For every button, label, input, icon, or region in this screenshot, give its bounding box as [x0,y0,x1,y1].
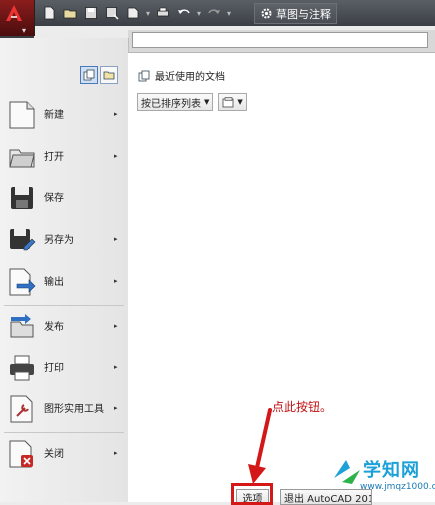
menu-item-label: 发布 [44,321,64,333]
workspace-label: 草图与注释 [276,7,331,21]
open-documents-toggle-icon[interactable] [100,66,118,84]
save-as-icon [10,229,36,251]
submenu-arrow-icon: ▸ [114,322,118,330]
save-as-icon[interactable] [103,4,121,22]
export-icon [9,268,36,296]
menu-item-close[interactable]: 关闭 ▸ [0,435,128,473]
menu-item-label: 另存为 [44,234,74,246]
sort-controls: 按已排序列表 ▼ ▼ [137,93,247,111]
recent-documents-toggle-icon[interactable] [80,66,98,84]
menu-item-label: 输出 [44,276,64,288]
new-document-icon [9,101,35,129]
menu-item-print[interactable]: 打印 ▸ [0,349,128,387]
redo-icon[interactable] [205,4,223,22]
save-disk-icon [11,187,33,209]
menu-item-export[interactable]: 输出 ▸ [0,263,128,301]
title-bar: ▾ ▾ ▾ 草图与注释 [0,0,435,26]
search-input[interactable] [132,32,428,48]
sort-order-dropdown[interactable]: 按已排序列表 ▼ [137,93,214,111]
view-toggle [80,66,118,84]
red-arrow-icon [248,408,272,484]
autocad-logo-icon [6,5,22,21]
recent-documents-header: 最近使用的文档 [138,68,225,83]
workspace-switcher[interactable]: 草图与注释 [254,3,337,24]
menu-item-drawing-utilities[interactable]: 图形实用工具 ▸ [0,390,128,428]
recent-documents-title: 最近使用的文档 [155,72,225,83]
chevron-down-icon: ▼ [237,98,243,106]
menu-item-label: 打开 [44,151,64,163]
submenu-arrow-icon: ▸ [114,449,118,457]
open-folder-icon [9,149,35,168]
search-bar [128,30,435,53]
submenu-arrow-icon: ▸ [114,277,118,285]
watermark: 学知网 www.jmqz1000.com [330,450,435,502]
menu-item-save[interactable]: 保存 [0,179,128,217]
undo-icon[interactable] [175,4,193,22]
app-menu-caret-icon: ▾ [22,26,27,35]
submenu-arrow-icon: ▸ [114,404,118,412]
menu-item-save-as[interactable]: 另存为 ▸ [0,221,128,259]
chevron-down-icon: ▼ [204,98,210,106]
application-menu: 新建 ▸ 打开 ▸ 保存 另存为 ▸ 输出 ▸ 发布 ▸ 打印 ▸ 图形实用工具… [0,38,129,502]
menu-divider [4,432,124,433]
print-icon[interactable] [154,4,172,22]
submenu-arrow-icon: ▸ [114,363,118,371]
new-file-icon[interactable] [40,4,58,22]
undo-dropdown-icon[interactable]: ▾ [196,9,202,18]
watermark-title: 学知网 [363,460,420,481]
save-icon[interactable] [82,4,100,22]
menu-item-label: 图形实用工具 [44,403,104,415]
display-mode-dropdown[interactable]: ▼ [218,93,247,111]
open-folder-icon[interactable] [61,4,79,22]
menu-item-label: 打印 [44,362,64,374]
drawing-utilities-icon [10,395,33,423]
menu-item-open[interactable]: 打开 ▸ [0,138,128,176]
submenu-arrow-icon: ▸ [114,152,118,160]
sort-order-label: 按已排序列表 [141,98,201,110]
menu-item-publish[interactable]: 发布 ▸ [0,308,128,346]
application-menu-button[interactable]: ▾ [0,0,35,36]
plot-publish-icon[interactable] [124,4,142,22]
quick-access-toolbar: ▾ ▾ ▾ [40,4,232,22]
menu-item-label: 保存 [44,192,64,204]
submenu-arrow-icon: ▸ [114,235,118,243]
submenu-arrow-icon: ▸ [114,110,118,118]
gear-icon [261,8,272,19]
icon-view-icon [222,96,234,107]
menu-item-label: 新建 [44,109,64,121]
watermark-logo-icon [334,460,360,484]
recent-documents-icon [138,70,150,81]
dropdown-caret-icon[interactable]: ▾ [145,9,151,18]
menu-item-label: 关闭 [44,448,64,460]
menu-item-new[interactable]: 新建 ▸ [0,96,128,134]
publish-icon [10,314,34,338]
watermark-url: www.jmqz1000.com [360,482,435,492]
close-document-icon [9,440,33,468]
redo-dropdown-icon[interactable]: ▾ [226,9,232,18]
menu-divider [4,305,124,306]
printer-icon [10,355,34,381]
